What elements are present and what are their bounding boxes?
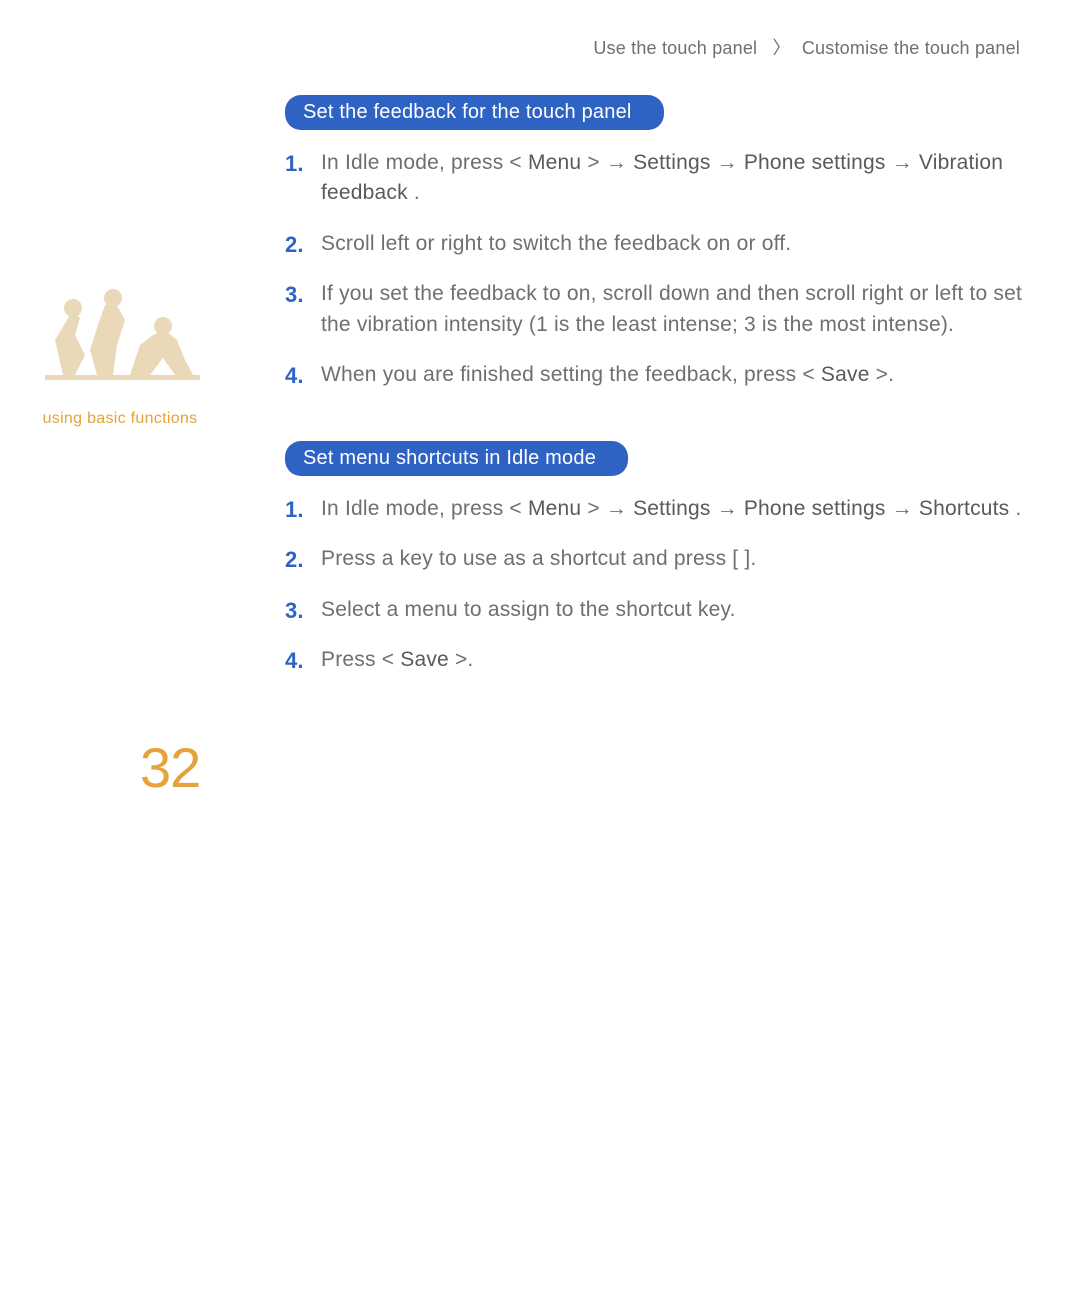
step-text: → — [717, 151, 744, 174]
step-number: 2. — [285, 229, 304, 261]
step-text: → — [892, 151, 919, 174]
step-text: >. — [876, 363, 895, 386]
list-item: 2. Scroll left or right to switch the fe… — [285, 229, 1025, 259]
breadcrumb-separator-icon: 〉 — [772, 34, 790, 60]
step-text: >. — [455, 648, 474, 671]
heading-feedback: Set the feedback for the touch panel — [285, 95, 664, 130]
list-item: 3. If you set the feedback to on, scroll… — [285, 279, 1025, 340]
menu-label: Menu — [528, 497, 581, 520]
heading-shortcuts: Set menu shortcuts in Idle mode — [285, 441, 628, 476]
list-item: 3. Select a menu to assign to the shortc… — [285, 595, 1025, 625]
save-label: Save — [400, 648, 449, 671]
steps-feedback: 1. In Idle mode, press < Menu > → Settin… — [285, 148, 1025, 391]
step-text: When you are ﬁnished setting the feedbac… — [321, 363, 815, 386]
page-number: 32 — [140, 735, 200, 800]
step-number: 3. — [285, 595, 304, 627]
step-text: Press a key to use as a shortcut and pre… — [321, 547, 756, 570]
step-text: → — [892, 497, 919, 520]
step-text: Select a menu to assign to the shortcut … — [321, 598, 736, 621]
step-number: 1. — [285, 148, 304, 180]
step-number: 2. — [285, 544, 304, 576]
breadcrumb-item-2: Customise the touch panel — [802, 38, 1020, 58]
step-text: . — [1015, 497, 1021, 520]
step-number: 1. — [285, 494, 304, 526]
step-text: → — [717, 497, 744, 520]
step-text: Scroll left or right to switch the feedb… — [321, 232, 791, 255]
content: Set the feedback for the touch panel 1. … — [285, 95, 1025, 715]
settings-label: Settings — [633, 151, 710, 174]
step-text: > → — [587, 151, 633, 174]
shortcuts-label: Shortcuts — [919, 497, 1010, 520]
list-item: 4. When you are ﬁnished setting the feed… — [285, 360, 1025, 390]
list-item: 1. In Idle mode, press < Menu > → Settin… — [285, 494, 1025, 524]
sidebar-caption: using basic functions — [20, 410, 220, 428]
step-number: 4. — [285, 645, 304, 677]
list-item: 4. Press < Save >. — [285, 645, 1025, 675]
list-item: 2. Press a key to use as a shortcut and … — [285, 544, 1025, 574]
phone-settings-label: Phone settings — [744, 497, 886, 520]
step-text: . — [414, 181, 420, 204]
silhouette-graphic — [35, 280, 205, 400]
settings-label: Settings — [633, 497, 710, 520]
menu-label: Menu — [528, 151, 581, 174]
phone-settings-label: Phone settings — [744, 151, 886, 174]
steps-shortcuts: 1. In Idle mode, press < Menu > → Settin… — [285, 494, 1025, 676]
sidebar: using basic functions 32 — [20, 280, 220, 428]
step-number: 3. — [285, 279, 304, 311]
breadcrumb-item-1: Use the touch panel — [593, 38, 757, 58]
step-text: > → — [587, 497, 633, 520]
step-text: Press < — [321, 648, 394, 671]
page: Use the touch panel 〉 Customise the touc… — [0, 0, 1080, 1307]
step-text: In Idle mode, press < — [321, 497, 522, 520]
step-number: 4. — [285, 360, 304, 392]
section-shortcuts: Set menu shortcuts in Idle mode 1. In Id… — [285, 441, 1025, 676]
breadcrumb: Use the touch panel 〉 Customise the touc… — [593, 34, 1020, 60]
step-text: In Idle mode, press < — [321, 151, 522, 174]
step-text: If you set the feedback to on, scroll do… — [321, 282, 1022, 335]
dancers-icon — [35, 280, 205, 400]
list-item: 1. In Idle mode, press < Menu > → Settin… — [285, 148, 1025, 209]
section-feedback: Set the feedback for the touch panel 1. … — [285, 95, 1025, 391]
save-label: Save — [821, 363, 870, 386]
